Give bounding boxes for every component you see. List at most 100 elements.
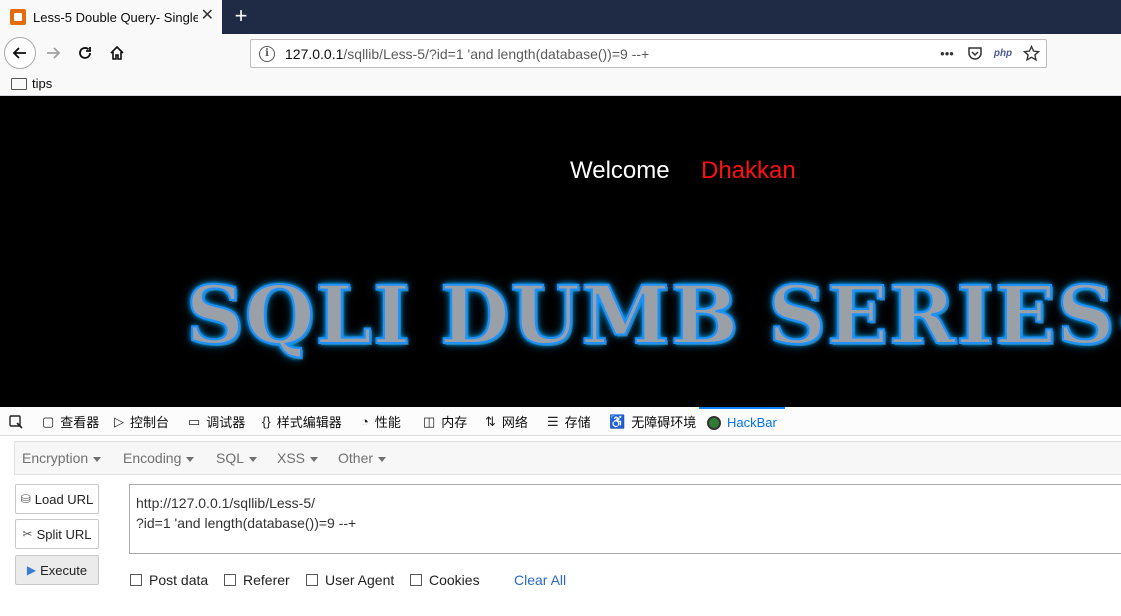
memory-icon: ◫ bbox=[423, 413, 436, 429]
xss-menu[interactable]: XSS bbox=[277, 450, 319, 466]
browser-tab[interactable]: Less-5 Double Query- Single Quotes- Stri… bbox=[0, 0, 222, 34]
checkbox-label: Post data bbox=[149, 572, 209, 588]
storage-icon: ☰ bbox=[547, 413, 559, 429]
back-button[interactable] bbox=[4, 37, 36, 69]
tab-label: 存储 bbox=[564, 415, 591, 430]
address-bar[interactable]: i 127.0.0.1 /sqllib/Less-5/?id=1 'and le… bbox=[250, 39, 1047, 68]
tab-label: 控制台 bbox=[130, 415, 170, 430]
play-icon: ▶ bbox=[26, 563, 37, 577]
tab-accessibility[interactable]: ♿ 无障碍环境 bbox=[609, 407, 696, 436]
chevron-down-icon bbox=[310, 456, 319, 462]
devtools-tabbar: ▢ 查看器 ▷ 控制台 ▭ 调试器 {} 样式编辑器 ◔ 性能 ◫ 内存 ⇅ 网络 ☰ 存储 ♿… bbox=[0, 407, 1121, 436]
menu-label: SQL bbox=[216, 450, 245, 466]
tab-storage[interactable]: ☰ 存储 bbox=[547, 407, 591, 436]
clear-all-link[interactable]: Clear All bbox=[514, 572, 566, 588]
tab-label: 内存 bbox=[441, 415, 468, 430]
welcome-text: Welcome bbox=[570, 157, 670, 184]
split-url-button[interactable]: ✂ Split URL bbox=[15, 519, 99, 549]
encoding-menu[interactable]: Encoding bbox=[123, 450, 195, 466]
debugger-icon: ▭ bbox=[188, 413, 201, 429]
tab-memory[interactable]: ◫ 内存 bbox=[423, 407, 467, 436]
chevron-down-icon bbox=[249, 456, 258, 462]
tab-console[interactable]: ▷ 控制台 bbox=[114, 407, 169, 436]
chevron-down-icon bbox=[93, 456, 102, 462]
series-banner: SQLI DUMB SERIES-5 bbox=[185, 267, 1121, 363]
button-label: Load URL bbox=[34, 491, 94, 507]
encryption-menu[interactable]: Encryption bbox=[22, 450, 102, 466]
element-picker-button[interactable] bbox=[8, 407, 24, 436]
tab-style-editor[interactable]: {} 样式编辑器 bbox=[262, 407, 342, 436]
menu-label: Encoding bbox=[123, 450, 182, 466]
tab-hackbar[interactable]: HackBar bbox=[699, 407, 785, 436]
tab-label: 调试器 bbox=[206, 415, 246, 430]
cookies-checkbox[interactable]: Cookies bbox=[410, 572, 480, 588]
chevron-down-icon bbox=[186, 456, 195, 462]
new-tab-button[interactable]: + bbox=[229, 3, 253, 29]
tab-debugger[interactable]: ▭ 调试器 bbox=[188, 407, 245, 436]
button-label: Execute bbox=[40, 562, 88, 578]
checkbox-label: Cookies bbox=[429, 572, 480, 588]
accessibility-icon: ♿ bbox=[609, 413, 626, 429]
inspector-icon: ▢ bbox=[42, 413, 55, 429]
sql-menu[interactable]: SQL bbox=[216, 450, 258, 466]
url-line: ?id=1 'and length(database())=9 --+ bbox=[136, 515, 357, 531]
referer-checkbox[interactable]: Referer bbox=[224, 572, 290, 588]
button-label: Split URL bbox=[36, 526, 92, 542]
page-content: Welcome Dhakkan SQLI DUMB SERIES-5 bbox=[0, 96, 1121, 407]
bookmarks-toolbar: tips bbox=[0, 72, 1121, 96]
scissors-icon: ✂ bbox=[22, 527, 33, 541]
checkbox-box[interactable] bbox=[130, 574, 142, 586]
tab-title: Less-5 Double Query- Single Quotes- Stri… bbox=[33, 9, 198, 25]
tab-label: 无障碍环境 bbox=[631, 415, 697, 430]
hackbar-menu-bar: Encryption Encoding SQL XSS Other bbox=[14, 441, 1121, 475]
checkbox-box[interactable] bbox=[410, 574, 422, 586]
tab-strip: Less-5 Double Query- Single Quotes- Stri… bbox=[0, 0, 1121, 34]
tab-label: HackBar bbox=[727, 415, 777, 430]
performance-icon: ◔ bbox=[361, 414, 369, 429]
url-path: /sqllib/Less-5/?id=1 'and length(databas… bbox=[343, 45, 650, 62]
url-line: http://127.0.0.1/sqllib/Less-5/ bbox=[136, 495, 315, 511]
element-picker-icon bbox=[9, 414, 23, 429]
tab-label: 样式编辑器 bbox=[276, 415, 342, 430]
chevron-down-icon bbox=[378, 456, 387, 462]
php-extension-icon[interactable]: php bbox=[994, 44, 1012, 62]
hackbar-url-textarea[interactable]: http://127.0.0.1/sqllib/Less-5/ ?id=1 'a… bbox=[129, 484, 1121, 554]
tab-inspector[interactable]: ▢ 查看器 bbox=[42, 407, 99, 436]
tab-label: 查看器 bbox=[60, 415, 100, 430]
load-url-button[interactable]: ⛁ Load URL bbox=[15, 484, 99, 514]
checkbox-label: Referer bbox=[243, 572, 290, 588]
pocket-icon[interactable] bbox=[966, 44, 984, 62]
tab-label: 性能 bbox=[374, 415, 401, 430]
console-icon: ▷ bbox=[114, 413, 124, 429]
home-button[interactable] bbox=[102, 38, 132, 68]
user-agent-checkbox[interactable]: User Agent bbox=[306, 572, 394, 588]
arrow-right-icon bbox=[47, 47, 61, 59]
tab-network[interactable]: ⇅ 网络 bbox=[485, 407, 528, 436]
xampp-favicon-icon bbox=[10, 9, 26, 25]
menu-label: XSS bbox=[277, 450, 306, 466]
bookmark-folder-tips[interactable]: tips bbox=[11, 76, 52, 91]
menu-label: Encryption bbox=[22, 450, 89, 466]
checkbox-box[interactable] bbox=[306, 574, 318, 586]
execute-button[interactable]: ▶ Execute bbox=[15, 555, 99, 585]
bookmark-star-icon[interactable] bbox=[1022, 44, 1040, 62]
style-editor-icon: {} bbox=[262, 414, 271, 429]
other-menu[interactable]: Other bbox=[338, 450, 387, 466]
post-data-checkbox[interactable]: Post data bbox=[130, 572, 208, 588]
checkbox-box[interactable] bbox=[224, 574, 236, 586]
navigation-toolbar: i 127.0.0.1 /sqllib/Less-5/?id=1 'and le… bbox=[0, 34, 1121, 72]
page-actions-icon[interactable]: ••• bbox=[938, 44, 956, 62]
close-tab-icon[interactable]: ✕ bbox=[201, 8, 214, 24]
menu-label: Other bbox=[338, 450, 374, 466]
tab-performance[interactable]: ◔ 性能 bbox=[361, 407, 401, 436]
bookmark-folder-label: tips bbox=[32, 76, 53, 91]
reload-button[interactable] bbox=[70, 38, 100, 68]
home-icon bbox=[110, 45, 124, 60]
network-icon: ⇅ bbox=[485, 413, 496, 429]
site-info-icon[interactable]: i bbox=[259, 45, 275, 62]
folder-icon bbox=[11, 77, 27, 90]
load-url-icon: ⛁ bbox=[20, 492, 31, 506]
url-host: 127.0.0.1 bbox=[285, 45, 344, 62]
forward-button[interactable] bbox=[38, 38, 68, 68]
checkbox-label: User Agent bbox=[325, 572, 395, 588]
